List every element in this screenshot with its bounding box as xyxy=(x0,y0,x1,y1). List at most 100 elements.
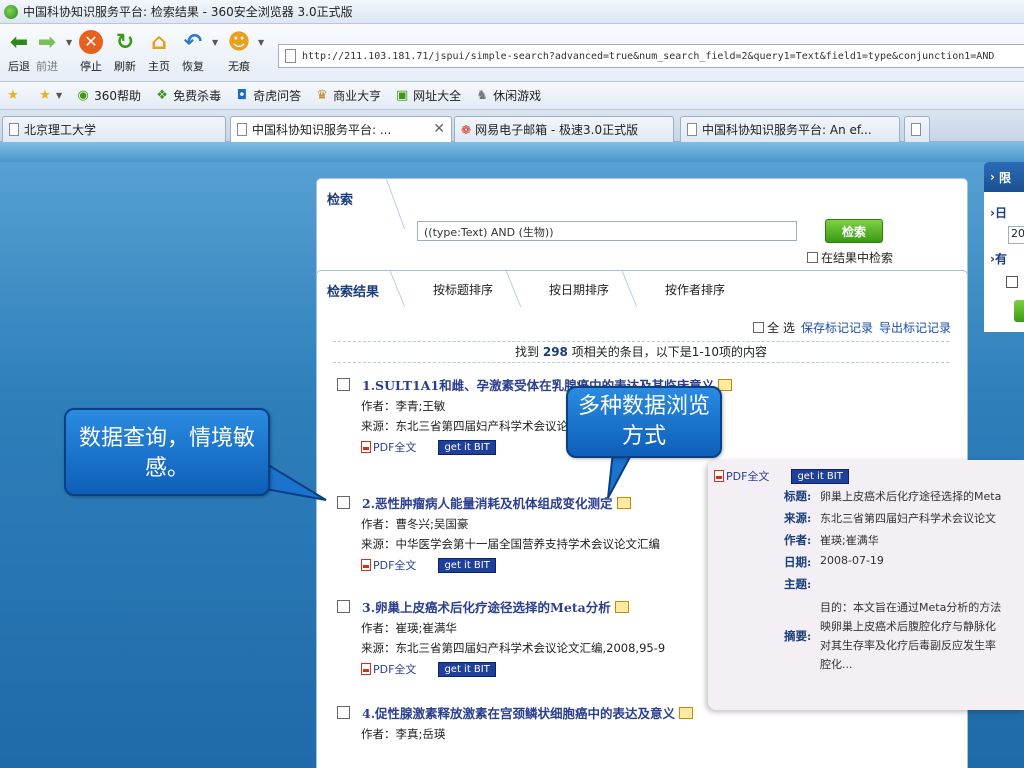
page-header-stripe xyxy=(0,142,1024,162)
close-tab-icon[interactable]: ✕ xyxy=(433,121,445,137)
add-favorite[interactable]: ★ ▼ xyxy=(38,87,63,103)
tab-separator xyxy=(389,271,417,307)
incognito-button[interactable]: ☻ 无痕 xyxy=(222,28,256,74)
pdf-link[interactable]: PDF全文 xyxy=(361,557,416,573)
sidebar-checkbox[interactable] xyxy=(1006,276,1018,288)
pdf-icon xyxy=(361,663,371,675)
tab-separator xyxy=(505,271,533,307)
favorite-360-help[interactable]: ◉ 360帮助 xyxy=(76,87,141,104)
result-checkbox[interactable] xyxy=(337,378,350,391)
page-icon xyxy=(285,49,296,63)
star-icon: ★ xyxy=(7,87,19,103)
pdf-link[interactable]: PDF全文 xyxy=(361,439,416,455)
search-button[interactable]: 检索 xyxy=(825,219,883,243)
tab-sort-date[interactable]: 按日期排序 xyxy=(549,281,609,298)
new-tab-button[interactable] xyxy=(904,116,930,142)
tab-bit[interactable]: 北京理工大学 xyxy=(2,116,226,142)
getit-button[interactable]: get it BIT xyxy=(438,557,496,573)
tab-bar: 北京理工大学 中国科协知识服务平台: ... ✕ ❁ 网易电子邮箱 - 极速3.… xyxy=(0,110,1024,142)
search-panel: 检索 ((type:Text) AND (生物)) 检索 在结果中检索 xyxy=(316,178,968,278)
filter-sidebar: › 限 ›日 20 ›有 xyxy=(984,162,1024,402)
chevron-right-icon: › xyxy=(990,170,995,184)
page-content: 检索 ((type:Text) AND (生物)) 检索 在结果中检索 检索结果… xyxy=(0,142,1024,768)
getit-button[interactable]: get it BIT xyxy=(438,439,496,455)
forward-dropdown-icon[interactable]: ▼ xyxy=(66,38,72,47)
search-within-checkbox[interactable] xyxy=(807,252,818,263)
browser-logo-icon xyxy=(4,4,18,19)
favorite-games[interactable]: ♞ 休闲游戏 xyxy=(475,87,541,104)
antivirus-icon: ❖ xyxy=(156,87,168,103)
popup-source-row: 来源: 东北三省第四届妇产科学术会议论文 xyxy=(784,511,996,525)
record-preview-popup: PDF全文 get it BIT 标题: 卵巢上皮癌术后化疗途径选择的Meta 来… xyxy=(708,460,1024,710)
incognito-dropdown-icon[interactable]: ▼ xyxy=(258,38,264,47)
pdf-icon xyxy=(361,559,371,571)
pdf-link[interactable]: PDF全文 xyxy=(361,661,416,677)
restore-dropdown-icon[interactable]: ▼ xyxy=(212,38,218,47)
popup-links: PDF全文 get it BIT xyxy=(714,468,849,484)
note-icon[interactable] xyxy=(614,600,629,613)
home-icon: ⌂ xyxy=(151,29,167,55)
getit-button[interactable]: get it BIT xyxy=(438,661,496,677)
pdf-link[interactable]: PDF全文 xyxy=(714,468,769,484)
business-icon: ♛ xyxy=(316,87,328,103)
search-tab[interactable]: 检索 xyxy=(327,189,353,208)
result-count: 找到 298 项相关的条目，以下是1-10项的内容 xyxy=(333,341,949,363)
refresh-icon: ↻ xyxy=(115,29,135,55)
refresh-button[interactable]: ↻ 刷新 xyxy=(108,28,142,74)
result-count-number: 298 xyxy=(542,345,568,359)
export-marked-link[interactable]: 导出标记记录 xyxy=(879,319,951,336)
tab-sort-author[interactable]: 按作者排序 xyxy=(665,281,725,298)
sidebar-has-label: ›有 xyxy=(990,252,1007,266)
address-url: http://211.103.181.71/jspui/simple-searc… xyxy=(302,50,995,62)
popup-date-row: 日期: 2008-07-19 xyxy=(784,554,884,569)
netease-icon: ❁ xyxy=(461,122,472,137)
window-titlebar: 中国科协知识服务平台: 检索结果 - 360安全浏览器 3.0正式版 xyxy=(0,0,1024,24)
pdf-icon xyxy=(361,441,371,453)
tab-search-results[interactable]: 中国科协知识服务平台: ... ✕ xyxy=(230,116,452,142)
getit-button[interactable]: get it BIT xyxy=(791,468,849,484)
incognito-icon: ☻ xyxy=(227,29,251,55)
result-checkbox[interactable] xyxy=(337,496,350,509)
browser-toolbar: ⬅ 后退 ➡ 前进 ▼ ✕ 停止 ↻ 刷新 ⌂ 主页 ↶ 恢复 ▼ ☻ 无痕 ▼… xyxy=(0,24,1024,82)
result-checkbox[interactable] xyxy=(337,600,350,613)
restore-button[interactable]: ↶ 恢复 xyxy=(176,28,210,74)
directory-icon: ▣ xyxy=(395,87,409,103)
save-marked-link[interactable]: 保存标记记录 xyxy=(801,319,873,336)
favorites-star[interactable]: ★ xyxy=(6,87,24,103)
sidebar-header: › 限 xyxy=(984,162,1024,192)
help-360-icon: ◉ xyxy=(77,87,89,103)
note-icon[interactable] xyxy=(679,706,694,719)
sidebar-date-input[interactable]: 20 xyxy=(1008,226,1024,244)
favorite-antivirus[interactable]: ❖ 免费杀毒 xyxy=(155,87,221,104)
sidebar-date-label: ›日 xyxy=(990,206,1007,220)
popup-abstract-label: 摘要: xyxy=(784,629,812,643)
address-bar[interactable]: http://211.103.181.71/jspui/simple-searc… xyxy=(278,44,1024,68)
new-tab-icon xyxy=(911,123,921,136)
popup-abstract: 目的：本文旨在通过Meta分析的方法 映卵巢上皮癌术后腹腔化疗与静脉化 对其生存… xyxy=(820,601,1002,671)
search-within-results[interactable]: 在结果中检索 xyxy=(807,249,893,266)
result-checkbox[interactable] xyxy=(337,706,350,719)
tab-netease-mail[interactable]: ❁ 网易电子邮箱 - 极速3.0正式版 xyxy=(454,116,674,142)
select-all-checkbox[interactable] xyxy=(753,322,765,333)
forward-button[interactable]: ➡ 前进 xyxy=(30,28,64,74)
sidebar-apply-button[interactable] xyxy=(1014,300,1024,322)
favorites-bar: ★ ★ ▼ ◉ 360帮助 ❖ 免费杀毒 ◘ 奇虎问答 ♛ 商业大亨 ▣ 网址大全 ♞ 休闲游… xyxy=(0,82,1024,110)
callout-data-query: 数据查询，情境敏感。 xyxy=(64,408,270,496)
tab-results[interactable]: 检索结果 xyxy=(327,281,379,300)
search-input[interactable]: ((type:Text) AND (生物)) xyxy=(417,221,797,241)
stop-button[interactable]: ✕ 停止 xyxy=(74,28,108,74)
favorite-business[interactable]: ♛ 商业大亨 xyxy=(315,87,381,104)
popup-subject-row: 主题: xyxy=(784,577,812,591)
favorite-qa[interactable]: ◘ 奇虎问答 xyxy=(235,87,301,104)
home-button[interactable]: ⌂ 主页 xyxy=(142,28,176,74)
favorite-directory[interactable]: ▣ 网址大全 xyxy=(395,87,461,104)
back-arrow-icon: ⬅ xyxy=(9,29,29,55)
add-favorite-dropdown-icon: ▼ xyxy=(56,91,63,100)
tab-sort-title[interactable]: 按标题排序 xyxy=(433,281,493,298)
page-icon xyxy=(687,123,697,136)
add-favorite-icon: ★ xyxy=(39,87,51,103)
page-icon xyxy=(237,123,247,136)
stop-icon: ✕ xyxy=(77,28,105,56)
note-icon[interactable] xyxy=(718,378,733,391)
tab-platform-an-ef[interactable]: 中国科协知识服务平台: An ef... xyxy=(680,116,900,142)
